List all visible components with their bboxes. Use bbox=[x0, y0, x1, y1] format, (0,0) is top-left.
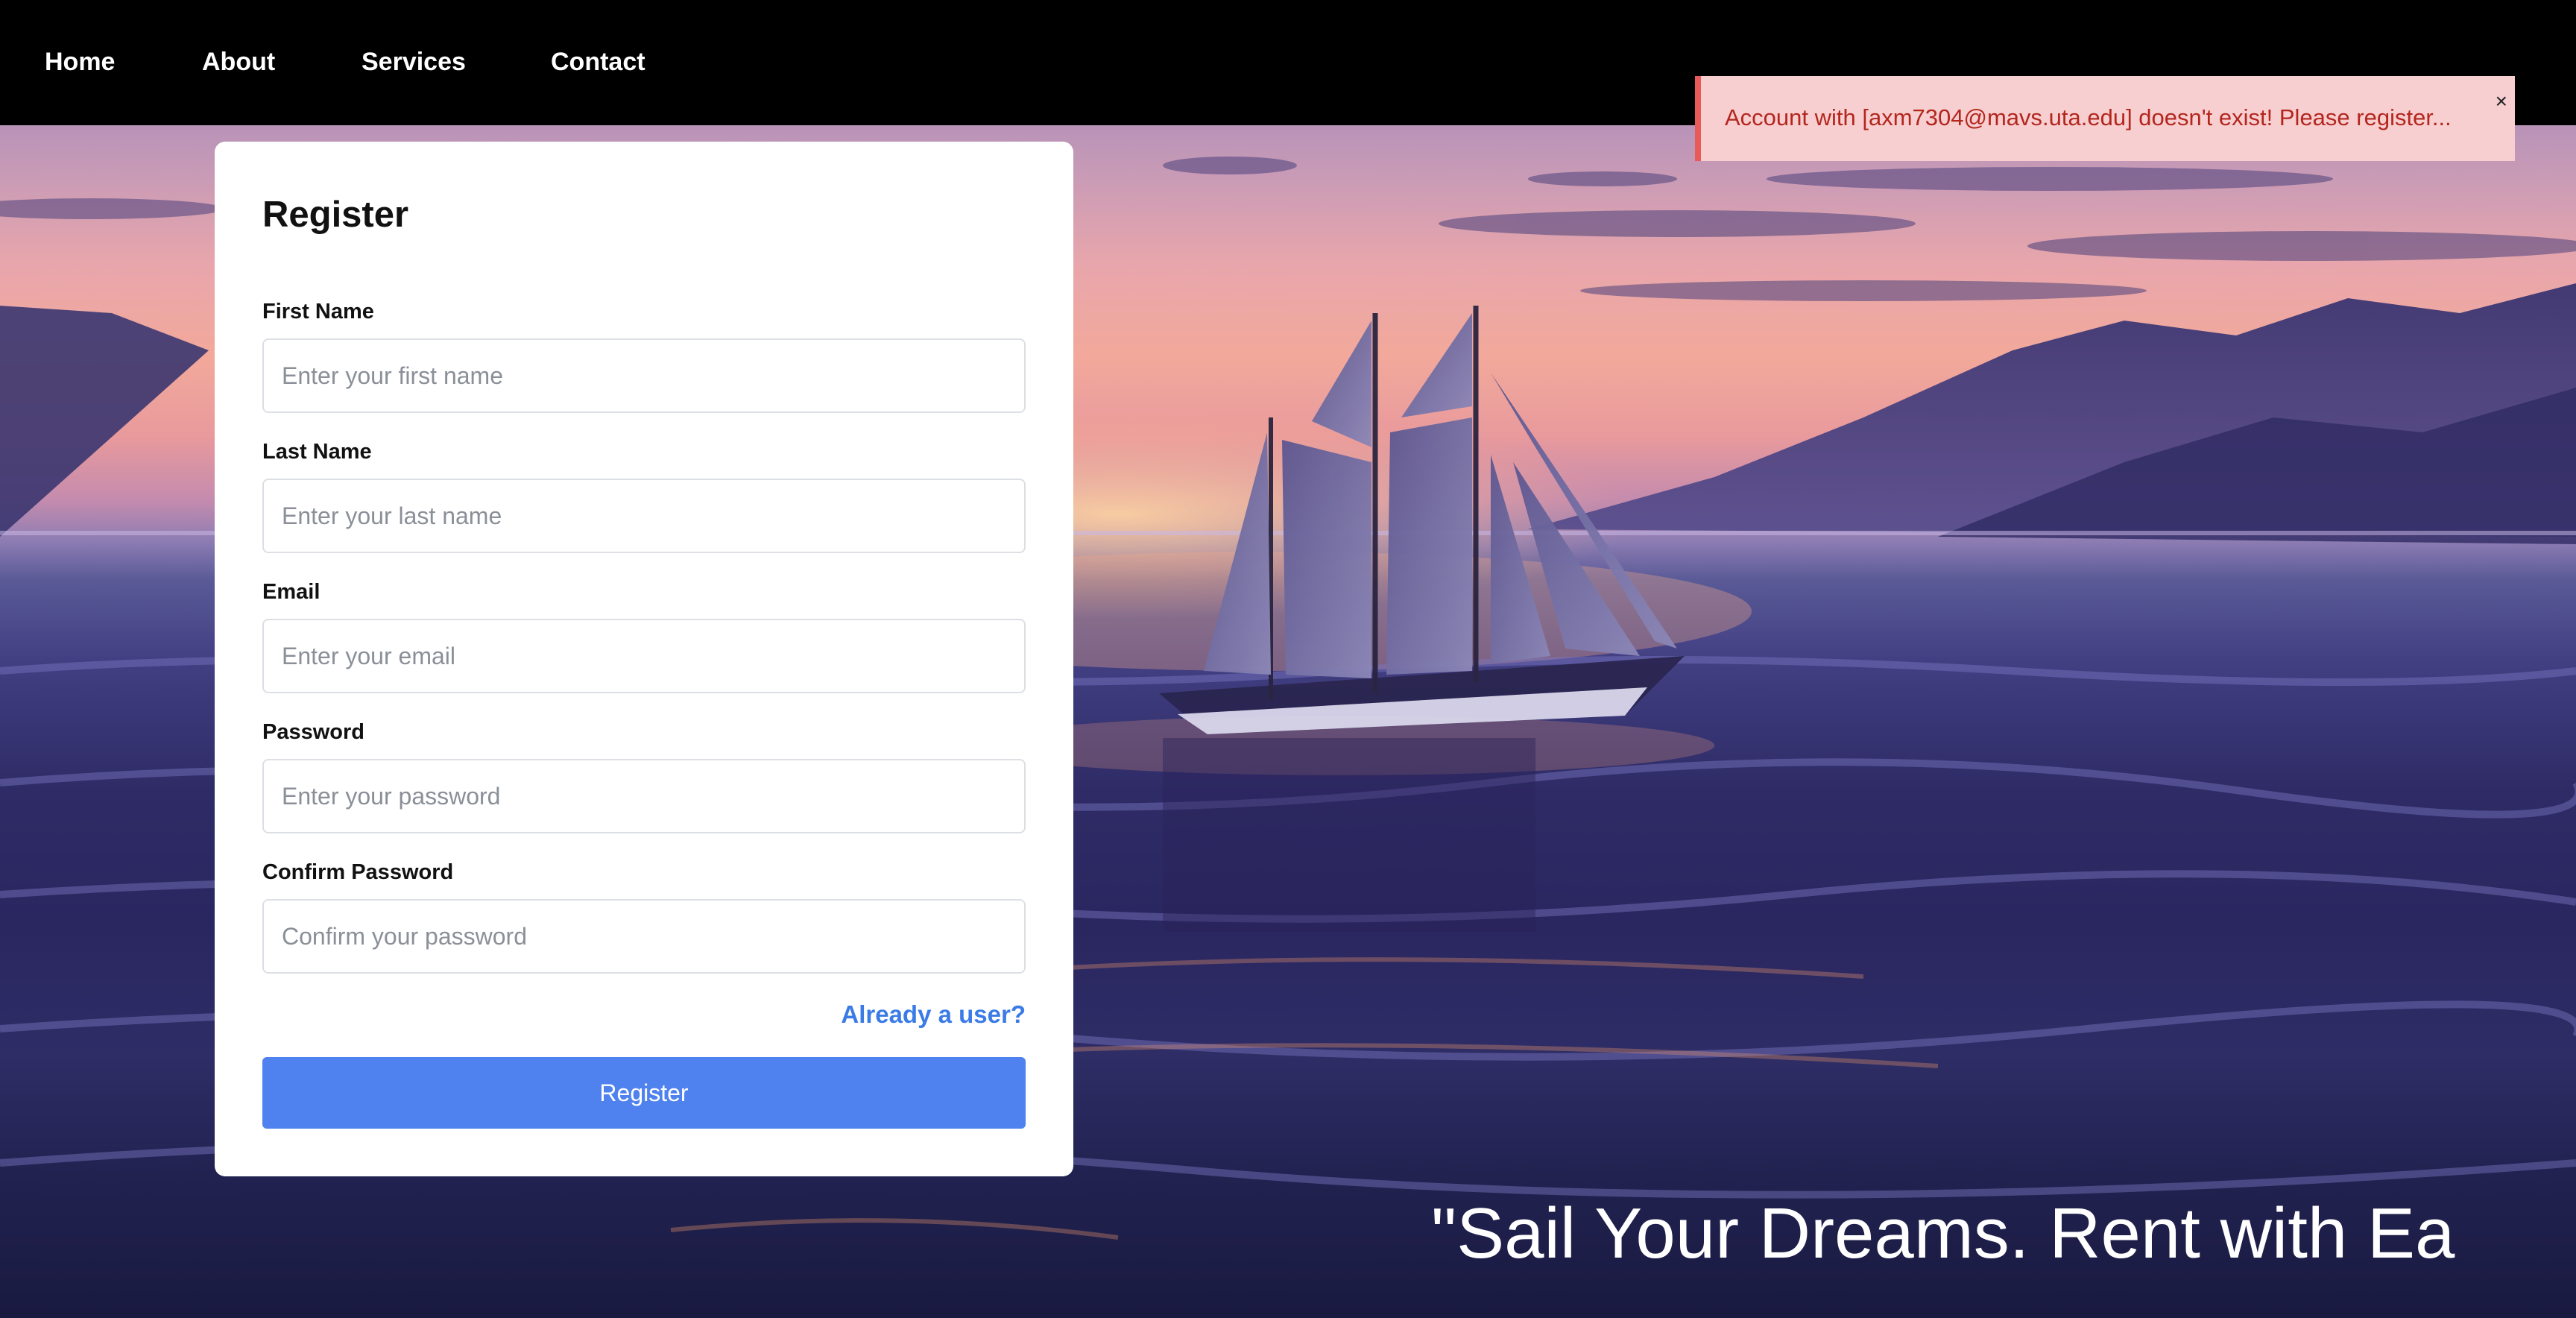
register-card: Register First Name Last Name Email Pass… bbox=[215, 142, 1073, 1176]
already-a-user-link[interactable]: Already a user? bbox=[841, 1000, 1026, 1029]
nav-link-services[interactable]: Services bbox=[362, 48, 466, 77]
hero-tagline: "Sail Your Dreams. Rent with Ea bbox=[1431, 1194, 2455, 1273]
last-name-label: Last Name bbox=[262, 440, 372, 464]
nav-link-contact[interactable]: Contact bbox=[551, 48, 645, 77]
first-name-input[interactable] bbox=[262, 338, 1026, 413]
toast-message: Account with [axm7304@mavs.uta.edu] does… bbox=[1725, 104, 2452, 130]
error-toast: Account with [axm7304@mavs.uta.edu] does… bbox=[1695, 76, 2515, 161]
email-label: Email bbox=[262, 580, 321, 604]
email-input[interactable] bbox=[262, 619, 1026, 693]
nav-link-about[interactable]: About bbox=[202, 48, 275, 77]
confirm-password-input[interactable] bbox=[262, 899, 1026, 974]
register-title: Register bbox=[262, 195, 409, 235]
confirm-password-label: Confirm Password bbox=[262, 860, 454, 884]
nav-link-home[interactable]: Home bbox=[45, 48, 115, 77]
close-icon[interactable]: × bbox=[2493, 88, 2510, 115]
password-label: Password bbox=[262, 720, 364, 744]
last-name-input[interactable] bbox=[262, 479, 1026, 553]
first-name-label: First Name bbox=[262, 300, 374, 324]
password-input[interactable] bbox=[262, 759, 1026, 833]
register-button[interactable]: Register bbox=[262, 1057, 1026, 1129]
